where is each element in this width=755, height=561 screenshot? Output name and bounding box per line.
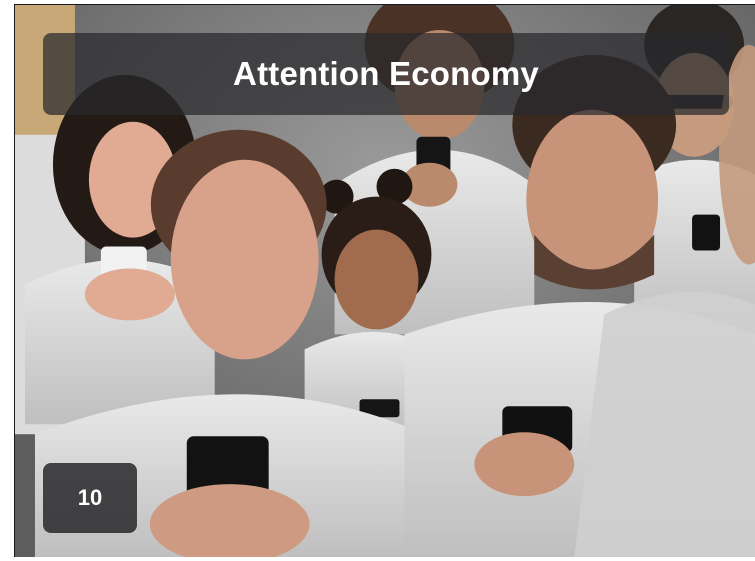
slide-frame: Attention Economy 10 xyxy=(14,4,755,557)
slide-number: 10 xyxy=(77,485,103,510)
title-banner: Attention Economy xyxy=(43,33,729,115)
slide-number-badge: 10 xyxy=(43,463,137,533)
slide-title: Attention Economy xyxy=(233,55,539,92)
phone xyxy=(692,214,721,251)
